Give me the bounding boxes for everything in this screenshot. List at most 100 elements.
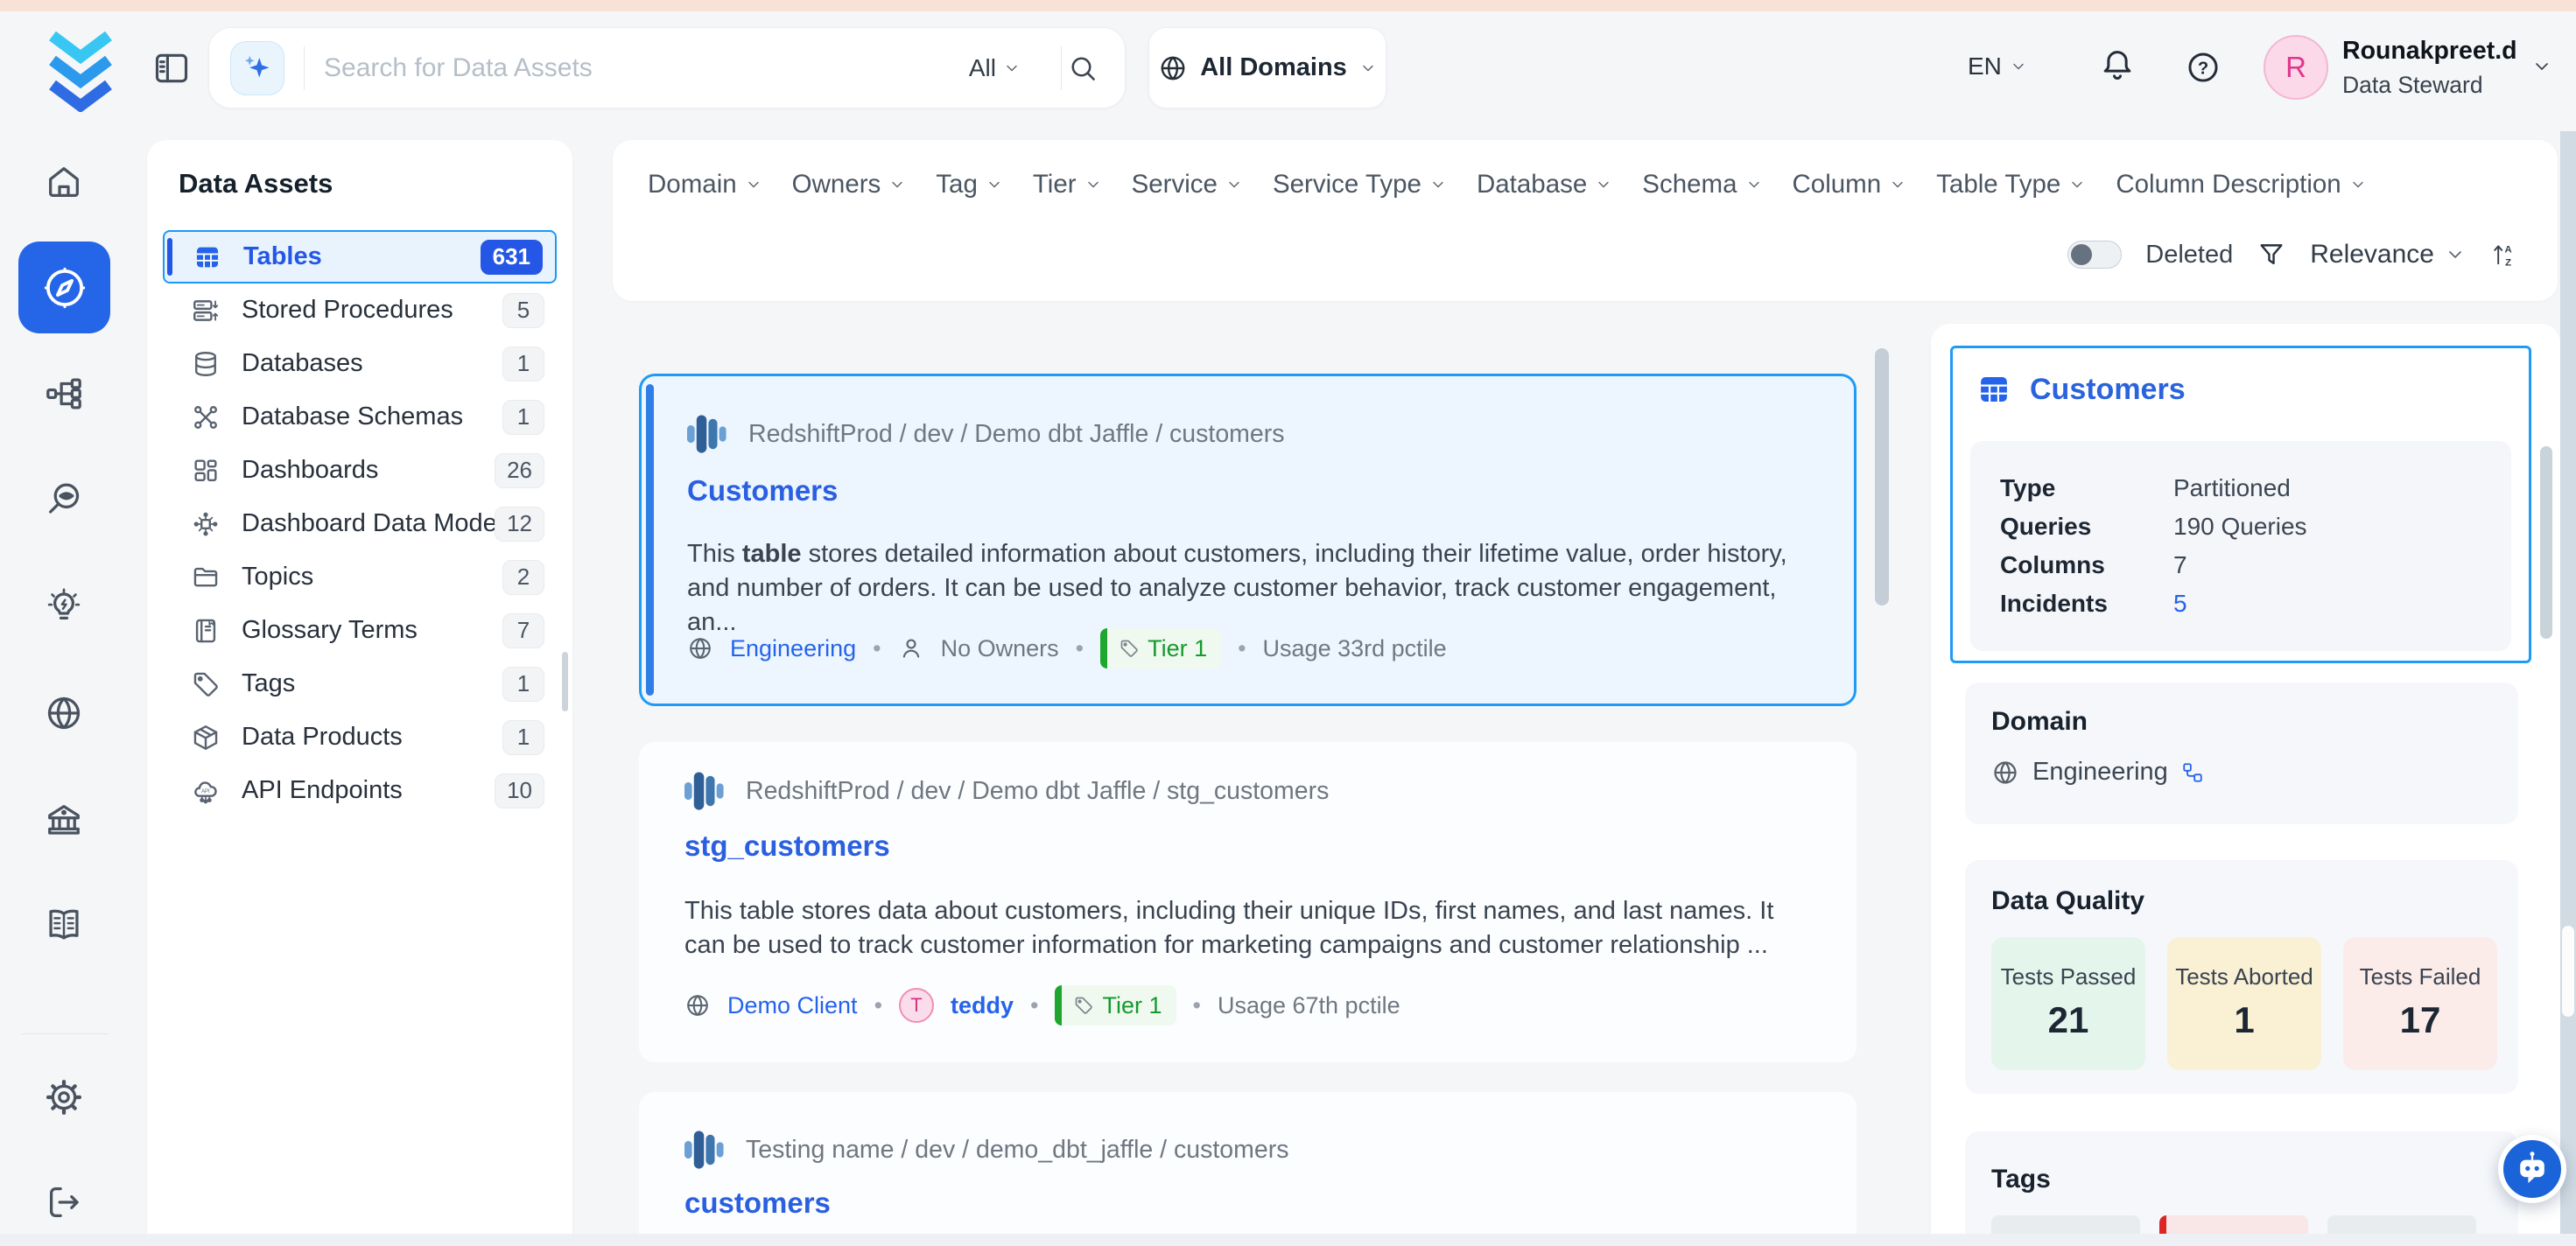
user-menu[interactable]: Rounakpreet.d Data Steward xyxy=(2342,37,2530,99)
app-window: All All Domains EN ? R Rounakpreet.d Dat… xyxy=(0,0,2576,1246)
incidents-link[interactable]: 5 xyxy=(2173,590,2187,618)
asset-type-glossary-terms[interactable]: Glossary Terms 7 xyxy=(163,604,557,657)
nav-home[interactable] xyxy=(44,162,84,202)
details-panel: Customers TypePartitioned Queries190 Que… xyxy=(1931,324,2560,1246)
person-icon xyxy=(898,635,924,662)
filter-service[interactable]: Service xyxy=(1132,170,1243,200)
nav-lineage[interactable] xyxy=(44,374,84,414)
asset-type-api-endpoints[interactable]: API API Endpoints 10 xyxy=(163,764,557,817)
service-icon xyxy=(684,1127,725,1172)
notifications-button[interactable] xyxy=(2099,47,2136,84)
asset-type-stored-procedures[interactable]: Stored Procedures 5 xyxy=(163,284,557,337)
nav-logout[interactable] xyxy=(44,1182,84,1222)
page-scrollbar-track[interactable] xyxy=(2560,131,2576,1246)
tag-icon xyxy=(1073,995,1094,1016)
lineage-link-icon[interactable] xyxy=(2181,761,2204,784)
service-icon xyxy=(687,411,727,457)
nav-knowledge-center[interactable] xyxy=(44,905,84,945)
nav-observability[interactable] xyxy=(44,480,84,520)
top-window-strip xyxy=(0,0,2576,11)
sort-order-select[interactable]: Relevance xyxy=(2310,240,2466,270)
result-domain-link[interactable]: Demo Client xyxy=(727,992,858,1019)
tier-badge[interactable]: Tier 1 xyxy=(1055,985,1176,1026)
question-icon: ? xyxy=(2185,49,2222,86)
result-domain-link[interactable]: Engineering xyxy=(730,635,856,662)
results-scrollbar[interactable] xyxy=(1875,348,1889,606)
help-button[interactable]: ? xyxy=(2185,49,2222,86)
filter-schema[interactable]: Schema xyxy=(1642,170,1762,200)
asset-type-databases[interactable]: Databases 1 xyxy=(163,337,557,390)
asset-type-tags[interactable]: Tags 1 xyxy=(163,657,557,710)
tier-label: Tier 1 xyxy=(1102,992,1162,1019)
search-input[interactable] xyxy=(324,53,969,83)
filter-column-description[interactable]: Column Description xyxy=(2116,170,2366,200)
chevron-down-icon xyxy=(1889,176,1906,193)
tests-passed-card: Tests Passed 21 xyxy=(1991,937,2145,1070)
filter-domain[interactable]: Domain xyxy=(648,170,762,200)
asset-type-dashboards[interactable]: Dashboards 26 xyxy=(163,444,557,497)
filter-tier[interactable]: Tier xyxy=(1033,170,1102,200)
sort-az-icon[interactable]: A Z xyxy=(2489,240,2519,270)
search-scope-select[interactable]: All xyxy=(969,54,1021,82)
details-scrollbar[interactable] xyxy=(2540,446,2552,639)
filter-service-type[interactable]: Service Type xyxy=(1273,170,1447,200)
global-search-bar[interactable]: All xyxy=(208,27,1126,108)
app-logo[interactable] xyxy=(44,30,117,116)
filter-database[interactable]: Database xyxy=(1477,170,1612,200)
language-selector[interactable]: EN xyxy=(1968,52,2027,80)
assets-scrollbar[interactable] xyxy=(562,652,568,711)
nav-settings[interactable] xyxy=(44,1077,84,1117)
chat-assistant-button[interactable] xyxy=(2498,1135,2566,1203)
details-title-text: Customers xyxy=(2030,373,2186,407)
asset-type-dashboard-data-models[interactable]: Dashboard Data Models 12 xyxy=(163,497,557,550)
nav-governance[interactable] xyxy=(44,800,84,840)
result-title-link[interactable]: stg_customers xyxy=(684,830,890,863)
service-icon xyxy=(684,768,725,814)
deleted-toggle[interactable] xyxy=(2067,241,2122,269)
result-title-link[interactable]: customers xyxy=(684,1186,831,1220)
filter-funnel-icon[interactable] xyxy=(2257,240,2286,270)
filter-column[interactable]: Column xyxy=(1793,170,1907,200)
asset-count-badge: 1 xyxy=(502,400,544,435)
chevron-down-icon xyxy=(745,176,762,193)
chevron-down-icon xyxy=(1745,176,1763,193)
globe-icon xyxy=(1158,53,1188,83)
bottom-window-strip xyxy=(0,1234,2576,1246)
tag-icon xyxy=(191,669,221,699)
user-menu-chevron[interactable] xyxy=(2531,56,2552,77)
asset-count-badge: 12 xyxy=(495,507,544,542)
filter-table-type[interactable]: Table Type xyxy=(1936,170,2086,200)
all-domains-selector[interactable]: All Domains xyxy=(1148,27,1386,108)
result-card-stg-customers[interactable]: RedshiftProd / dev / Demo dbt Jaffle / s… xyxy=(639,742,1857,1062)
result-title-link[interactable]: Customers xyxy=(687,474,838,508)
nav-insights[interactable] xyxy=(44,586,84,626)
result-card-customers-2[interactable]: Testing name / dev / demo_dbt_jaffle / c… xyxy=(639,1092,1857,1246)
user-avatar[interactable]: R xyxy=(2264,35,2328,100)
asset-type-data-products[interactable]: Data Products 1 xyxy=(163,710,557,764)
asset-type-database-schemas[interactable]: Database Schemas 1 xyxy=(163,390,557,444)
page-scrollbar-thumb[interactable] xyxy=(2562,926,2574,1017)
details-title[interactable]: Customers xyxy=(1976,371,2186,408)
tests-aborted-card: Tests Aborted 1 xyxy=(2167,937,2321,1070)
result-owner-link[interactable]: teddy xyxy=(951,992,1014,1019)
filter-tag[interactable]: Tag xyxy=(936,170,1003,200)
result-card-customers[interactable]: RedshiftProd / dev / Demo dbt Jaffle / c… xyxy=(639,374,1857,706)
globe-icon xyxy=(1991,759,2019,787)
tier-label: Tier 1 xyxy=(1148,635,1207,662)
asset-type-topics[interactable]: Topics 2 xyxy=(163,550,557,604)
search-icon[interactable] xyxy=(1067,52,1098,84)
sidebar-toggle-icon[interactable] xyxy=(152,49,191,88)
nav-domains[interactable] xyxy=(44,693,84,733)
ai-sparkle-icon[interactable] xyxy=(230,41,284,95)
result-header: Testing name / dev / demo_dbt_jaffle / c… xyxy=(684,1127,1288,1172)
asset-type-tables[interactable]: Tables 631 xyxy=(163,230,557,284)
database-icon xyxy=(191,349,221,379)
logo-chevrons xyxy=(44,30,117,112)
search-eye-icon xyxy=(44,480,84,520)
nav-explore-active[interactable] xyxy=(18,242,110,333)
tier-badge[interactable]: Tier 1 xyxy=(1100,628,1221,668)
domain-value-row[interactable]: Engineering xyxy=(1991,758,2204,787)
logout-icon xyxy=(44,1182,84,1222)
filter-owners[interactable]: Owners xyxy=(792,170,907,200)
breadcrumb: RedshiftProd / dev / Demo dbt Jaffle / c… xyxy=(748,420,1285,449)
